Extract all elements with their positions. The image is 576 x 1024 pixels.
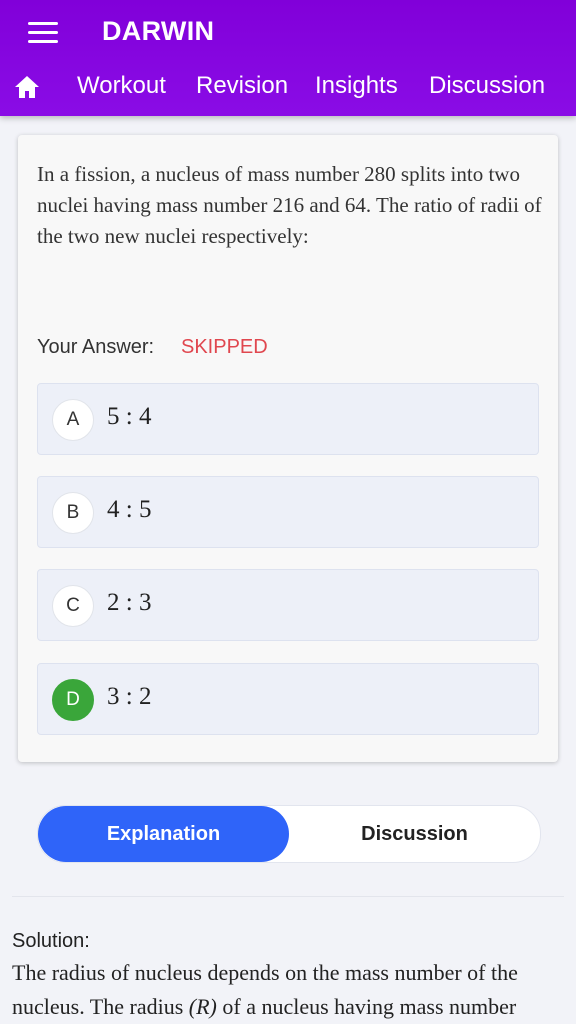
option-text: 2 : 3 [107,589,152,616]
solution-label: Solution: [12,930,90,952]
your-answer-label: Your Answer: [37,336,155,358]
explanation-tab-button[interactable]: Explanation [38,806,289,862]
tab-revision[interactable]: Revision [196,72,288,100]
option-letter-badge-correct: D [52,679,94,721]
home-icon[interactable] [14,75,40,99]
discussion-tab-button[interactable]: Discussion [289,806,540,862]
solution-text: The radius of nucleus depends on the mas… [12,956,568,1024]
your-answer-status: SKIPPED [181,336,268,358]
option-text: 3 : 2 [107,683,152,710]
question-text: In a fission, a nucleus of mass number 2… [37,162,542,248]
option-letter-badge: B [52,492,94,534]
tab-insights[interactable]: Insights [315,72,398,100]
option-d[interactable]: D 3 : 2 [37,663,539,735]
menu-icon[interactable] [28,22,58,44]
option-letter-badge: A [52,399,94,441]
option-letter-badge: C [52,585,94,627]
solution-text-part: of a nucleus having mass number [216,994,517,1019]
tab-workout[interactable]: Workout [77,72,166,100]
option-text: 5 : 4 [107,403,152,430]
app-title: DARWIN [102,16,215,46]
option-b[interactable]: B 4 : 5 [37,476,539,548]
question-card: In a fission, a nucleus of mass number 2… [18,135,558,762]
tab-discussion[interactable]: Discussion [429,72,545,100]
option-text: 4 : 5 [107,496,152,523]
divider [12,896,564,897]
option-a[interactable]: A 5 : 4 [37,383,539,455]
solution-math-r: (R) [188,994,217,1019]
explanation-discussion-toggle: Explanation Discussion [37,805,541,863]
option-c[interactable]: C 2 : 3 [37,569,539,641]
app-bar: DARWIN Workout Revision Insights Discuss… [0,0,576,116]
